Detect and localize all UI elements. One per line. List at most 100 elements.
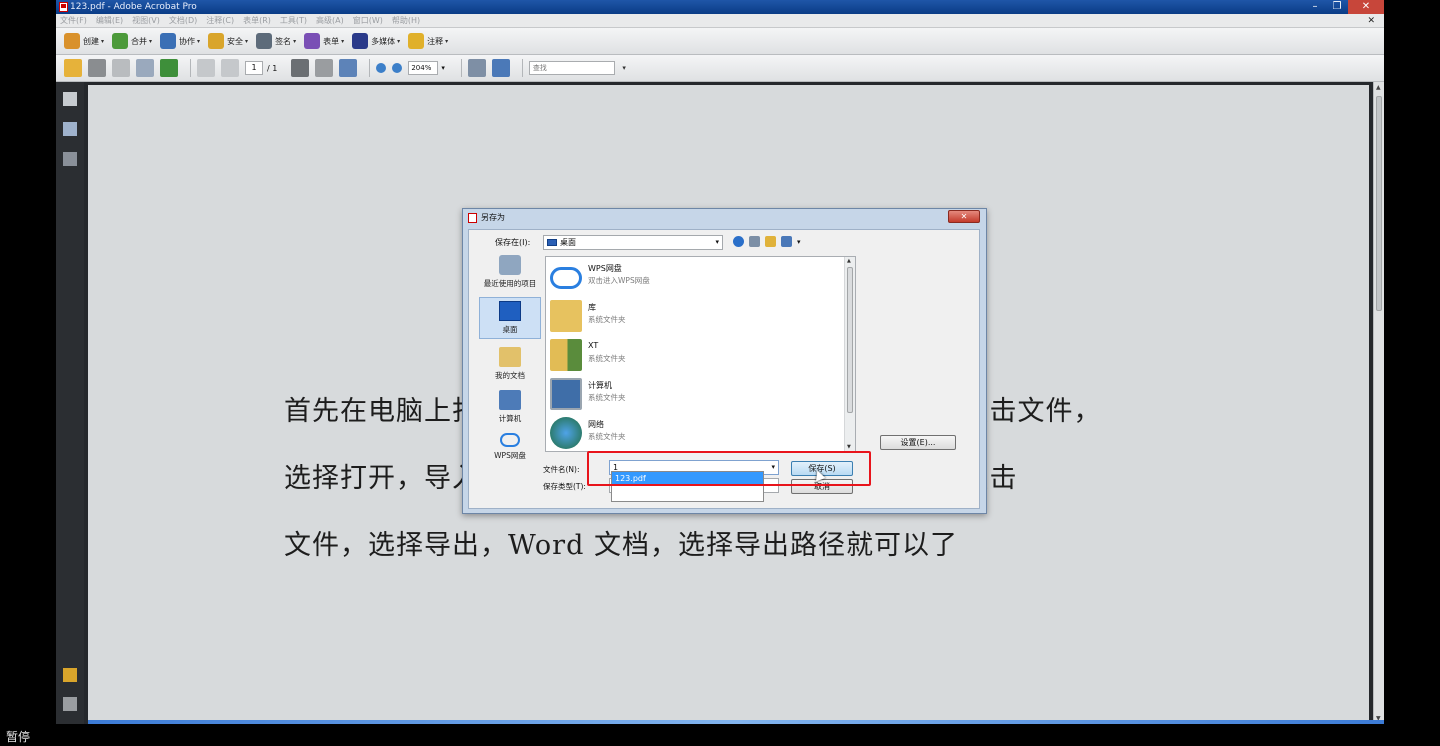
dialog-close-button[interactable]: ✕ <box>948 210 980 223</box>
documents-icon <box>499 347 521 367</box>
list-item[interactable]: WPS网盘 双击进入WPS网盘 <box>548 259 838 297</box>
save-in-value: 桌面 <box>560 238 576 247</box>
menu-file[interactable]: 文件(F) <box>60 15 87 26</box>
pages-icon[interactable] <box>63 92 77 106</box>
dialog-title-bar: 另存为 ✕ <box>463 209 986 226</box>
pdf-icon <box>468 213 477 223</box>
up-folder-icon[interactable] <box>749 236 760 247</box>
restore-button[interactable]: ❐ <box>1326 0 1348 14</box>
zoom-in-icon[interactable] <box>392 63 403 73</box>
place-computer[interactable]: 计算机 <box>479 390 541 424</box>
chevron-down-icon: ▾ <box>715 238 719 246</box>
hand-tool-icon[interactable] <box>315 59 334 77</box>
form-icon <box>304 33 321 49</box>
list-item[interactable]: 计算机 系统文件夹 <box>548 376 838 414</box>
place-wps-cloud[interactable]: WPS网盘 <box>479 433 541 461</box>
menu-comments[interactable]: 注释(C) <box>206 15 234 26</box>
select-tool-icon[interactable] <box>291 59 310 77</box>
document-line-3: 文件，选择导出，Word 文档，选择导出路径就可以了 <box>284 530 958 561</box>
place-recent[interactable]: 最近使用的项目 <box>479 255 541 289</box>
file-desc: 系统文件夹 <box>588 432 626 441</box>
video-bottom-bar: 暂停 <box>0 724 1440 746</box>
menu-view[interactable]: 视图(V) <box>132 15 160 26</box>
save-in-select[interactable]: 桌面 ▾ <box>543 235 723 250</box>
open-folder-icon[interactable] <box>64 59 82 77</box>
signatures-icon[interactable] <box>63 152 77 166</box>
page-number-input[interactable]: 1 <box>245 61 263 75</box>
file-toolbar: 1 / 1 204% ▾ 查找 <box>56 55 1384 82</box>
sign-button[interactable]: 签名 ▾ <box>256 33 296 49</box>
pause-label[interactable]: 暂停 <box>6 728 30 745</box>
email-icon[interactable] <box>136 59 154 77</box>
fit-page-icon[interactable] <box>467 59 486 77</box>
close-button[interactable]: ✕ <box>1348 0 1384 14</box>
place-wps-label: WPS网盘 <box>494 451 526 460</box>
list-item[interactable]: 库 系统文件夹 <box>548 298 838 336</box>
create-label: 创建 <box>83 36 99 46</box>
collaborate-button[interactable]: 协作 ▾ <box>160 33 200 49</box>
place-desktop[interactable]: 桌面 <box>479 297 541 339</box>
minimize-button[interactable]: – <box>1304 0 1326 14</box>
file-name: 计算机 <box>588 381 612 390</box>
attachments-icon[interactable] <box>63 697 77 711</box>
menu-forms[interactable]: 表单(R) <box>243 15 271 26</box>
combine-label: 合并 <box>131 36 148 46</box>
back-icon[interactable] <box>733 236 744 247</box>
filename-label: 文件名(N): <box>543 465 580 474</box>
create-button[interactable]: 创建 ▾ <box>64 33 104 49</box>
zoom-out-icon[interactable] <box>376 63 387 73</box>
print-icon[interactable] <box>88 59 106 77</box>
zoom-level-select[interactable]: 204% <box>408 61 439 75</box>
menu-edit[interactable]: 编辑(E) <box>96 15 123 26</box>
zoom-tool-icon[interactable] <box>339 59 358 77</box>
file-list-scroll-thumb[interactable] <box>847 267 853 413</box>
collaborate-label: 协作 <box>179 36 196 46</box>
file-list: WPS网盘 双击进入WPS网盘 库 系统文件夹 XT 系统文件夹 计算机 系统文… <box>545 256 856 452</box>
menu-window[interactable]: 窗口(W) <box>353 15 383 26</box>
fit-width-icon[interactable] <box>491 59 510 77</box>
menu-document[interactable]: 文档(D) <box>169 15 197 26</box>
new-folder-icon[interactable] <box>765 236 776 247</box>
highlight-box <box>587 451 871 486</box>
filetype-label: 保存类型(T): <box>543 482 586 491</box>
comment-button[interactable]: 注释 ▾ <box>408 33 448 49</box>
multimedia-button[interactable]: 多媒体 ▾ <box>352 33 400 49</box>
combine-icon <box>112 33 129 49</box>
place-documents[interactable]: 我的文档 <box>479 347 541 381</box>
cloud-icon <box>550 267 582 289</box>
scrollbar-thumb[interactable] <box>1376 96 1382 311</box>
dialog-title: 另存为 <box>481 213 505 222</box>
find-input[interactable]: 查找 <box>528 61 626 75</box>
view-dropdown-icon[interactable]: ▾ <box>797 238 801 246</box>
view-menu-icon[interactable] <box>781 236 792 247</box>
menu-help[interactable]: 帮助(H) <box>392 15 420 26</box>
comments-panel-icon[interactable] <box>63 668 77 682</box>
forms-button[interactable]: 表单 ▾ <box>304 33 344 49</box>
save-icon[interactable] <box>112 59 130 77</box>
prev-page-icon[interactable] <box>197 59 215 77</box>
file-list-scrollbar[interactable]: ▲ ▼ <box>844 257 855 451</box>
secure-label: 安全 <box>227 36 244 46</box>
share-icon[interactable] <box>160 59 178 77</box>
next-page-icon[interactable] <box>221 59 239 77</box>
file-name: XT <box>588 341 599 350</box>
document-close-button[interactable]: ✕ <box>1367 14 1375 28</box>
settings-button[interactable]: 设置(E)... <box>880 435 956 450</box>
create-icon <box>64 33 80 49</box>
comment-label: 注释 <box>427 36 444 46</box>
combine-button[interactable]: 合并 ▾ <box>112 33 152 49</box>
secure-button[interactable]: 安全 ▾ <box>208 33 248 49</box>
forms-label: 表单 <box>323 36 340 46</box>
place-computer-label: 计算机 <box>498 414 522 423</box>
menu-tools[interactable]: 工具(T) <box>280 15 307 26</box>
file-name: 库 <box>588 303 596 312</box>
menu-advanced[interactable]: 高级(A) <box>316 15 344 26</box>
list-item[interactable]: 网络 系统文件夹 <box>548 415 838 451</box>
bookmarks-icon[interactable] <box>63 122 77 136</box>
pdf-app-icon <box>59 2 68 12</box>
tasks-toolbar: 创建 ▾ 合并 ▾ 协作 ▾ 安全 ▾ 签名 ▾ 表单 ▾ 多媒体 ▾ 注释 ▾ <box>56 28 1384 55</box>
list-item[interactable]: XT 系统文件夹 <box>548 337 838 375</box>
vertical-scrollbar[interactable]: ▲ ▼ <box>1373 82 1384 724</box>
place-documents-label: 我的文档 <box>495 371 525 380</box>
scroll-up-icon[interactable]: ▲ <box>1376 84 1381 91</box>
